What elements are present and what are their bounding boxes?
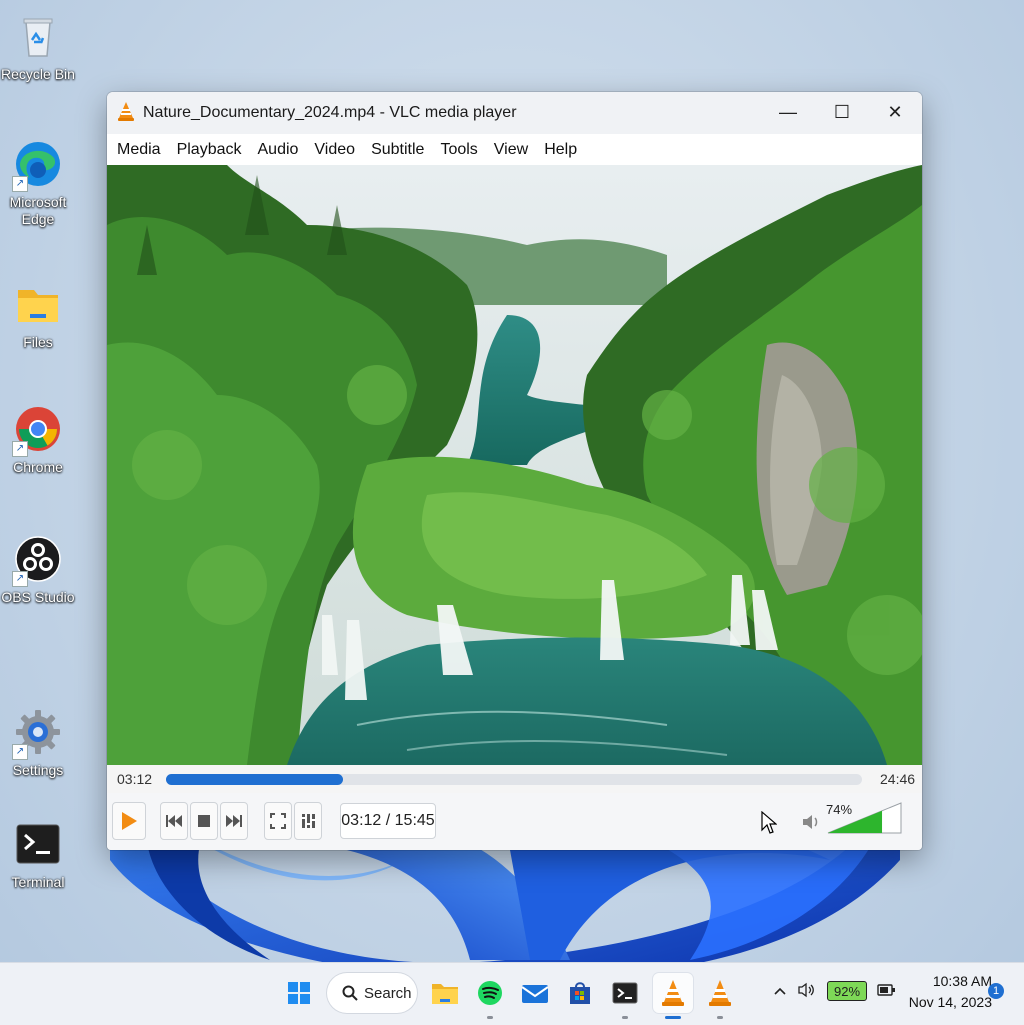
volume-slider[interactable] <box>826 801 903 835</box>
speaker-icon[interactable] <box>801 813 821 836</box>
store-icon <box>570 982 590 1004</box>
stop-icon <box>198 815 210 827</box>
taskbar: Search 92% 10:38 AM Nov 14, 2023 1 <box>0 962 1024 1025</box>
terminal-icon <box>612 982 638 1004</box>
edge-icon: ↗ <box>12 140 62 192</box>
windows-logo-icon <box>288 982 310 1004</box>
obs-icon: ↗ <box>12 535 62 587</box>
gear-icon: ↗ <box>12 708 62 760</box>
seek-bar[interactable] <box>166 774 862 785</box>
taskbar-vlc[interactable] <box>700 973 740 1019</box>
desktop-icon-label: Settings <box>12 762 64 778</box>
desktop-icon-label: OBS Studio <box>1 589 75 605</box>
vlc-icon <box>662 980 684 1006</box>
desktop-icon-label: Terminal <box>11 874 65 890</box>
menu-playback[interactable]: Playback <box>169 134 250 165</box>
running-indicator <box>622 1016 628 1019</box>
clock-date: Nov 14, 2023 <box>908 994 992 1010</box>
previous-button[interactable] <box>160 802 188 840</box>
equalizer-icon <box>301 814 316 828</box>
fullscreen-icon <box>270 813 286 829</box>
video-frame[interactable] <box>107 165 922 765</box>
maximize-button[interactable]: ☐ <box>815 92 869 132</box>
desktop-icon-label: Recycle Bin <box>1 66 75 82</box>
desktop-icon-edge[interactable]: ↗ Microsoft Edge <box>0 140 76 228</box>
clock-time: 10:38 AM <box>932 973 992 989</box>
time-display: 03:12 / 15:45 <box>340 803 436 839</box>
shortcut-arrow-icon: ↗ <box>12 744 28 760</box>
search-icon <box>342 985 358 1001</box>
search-box[interactable]: Search <box>327 973 417 1013</box>
menu-media[interactable]: Media <box>109 134 169 165</box>
clock[interactable]: 10:38 AM Nov 14, 2023 <box>902 971 992 1013</box>
battery-icon[interactable]: 92% <box>827 981 867 1001</box>
spotify-icon <box>478 981 502 1005</box>
seek-progress <box>166 774 343 785</box>
taskbar-spotify[interactable] <box>470 973 510 1019</box>
menu-subtitle[interactable]: Subtitle <box>363 134 432 165</box>
battery-percent: 92% <box>833 983 861 999</box>
vlc-icon <box>117 101 135 126</box>
terminal-icon <box>14 820 62 868</box>
desktop-icon-label: Chrome <box>13 459 63 475</box>
window-title: Nature_Documentary_2024.mp4 - VLC media … <box>143 104 517 121</box>
recycle-bin-icon <box>14 12 62 60</box>
desktop-icon-chrome[interactable]: ↗ Chrome <box>0 405 76 476</box>
next-icon <box>226 815 242 827</box>
chrome-icon: ↗ <box>12 405 62 457</box>
chevron-up-icon[interactable] <box>773 983 787 1001</box>
vlc-window[interactable]: Nature_Documentary_2024.mp4 - VLC media … <box>107 92 922 850</box>
shortcut-arrow-icon: ↗ <box>12 571 28 587</box>
start-button[interactable] <box>279 973 319 1013</box>
mail-icon <box>521 985 549 1003</box>
elapsed-time: 03:12 <box>117 771 153 787</box>
desktop-icon-settings[interactable]: ↗ Settings <box>0 708 76 779</box>
fullscreen-button[interactable] <box>264 802 292 840</box>
notification-badge[interactable]: 1 <box>988 983 1004 999</box>
close-button[interactable]: ✕ <box>868 92 922 132</box>
menu-video[interactable]: Video <box>306 134 363 165</box>
desktop-icon-terminal[interactable]: Terminal <box>0 820 76 891</box>
remaining-time[interactable]: 24:46 <box>880 771 915 787</box>
title-bar[interactable]: Nature_Documentary_2024.mp4 - VLC media … <box>107 92 922 134</box>
desktop-icon-label: Files <box>23 334 53 350</box>
extended-settings-button[interactable] <box>294 802 322 840</box>
folder-icon <box>14 280 62 328</box>
desktop-icon-label: Microsoft Edge <box>9 194 67 227</box>
file-explorer-icon <box>432 984 458 1004</box>
minimize-button[interactable]: — <box>761 92 815 132</box>
play-button[interactable] <box>112 802 146 840</box>
taskbar-terminal[interactable] <box>605 973 645 1019</box>
menu-bar: Media Playback Audio Video Subtitle Tool… <box>107 134 922 165</box>
volume-icon[interactable] <box>797 982 817 1003</box>
menu-audio[interactable]: Audio <box>250 134 307 165</box>
search-label: Search <box>364 984 412 1002</box>
menu-tools[interactable]: Tools <box>432 134 485 165</box>
running-indicator <box>717 1016 723 1019</box>
active-indicator <box>665 1016 681 1019</box>
battery-saver-icon[interactable] <box>877 981 897 1004</box>
previous-icon <box>166 815 182 827</box>
menu-view[interactable]: View <box>486 134 536 165</box>
menu-help[interactable]: Help <box>536 134 585 165</box>
shortcut-arrow-icon: ↗ <box>12 441 28 457</box>
play-icon <box>122 812 137 830</box>
stop-button[interactable] <box>190 802 218 840</box>
shortcut-arrow-icon: ↗ <box>12 176 28 192</box>
mouse-cursor-icon <box>761 810 778 840</box>
control-bar: 03:12 / 15:45 74% <box>107 793 922 850</box>
desktop-icon-obs-studio[interactable]: ↗ OBS Studio <box>0 535 76 606</box>
taskbar-file-explorer[interactable] <box>425 973 465 1013</box>
taskbar-store[interactable] <box>560 973 600 1013</box>
timeline: 03:12 24:46 <box>107 765 922 793</box>
vlc-icon <box>709 980 731 1006</box>
taskbar-mail[interactable] <box>515 973 555 1013</box>
next-button[interactable] <box>220 802 248 840</box>
desktop-icon-recycle-bin[interactable]: Recycle Bin <box>0 12 76 83</box>
taskbar-vlc-active[interactable] <box>653 973 693 1019</box>
running-indicator <box>487 1016 493 1019</box>
desktop-icon-files[interactable]: Files <box>0 280 76 351</box>
